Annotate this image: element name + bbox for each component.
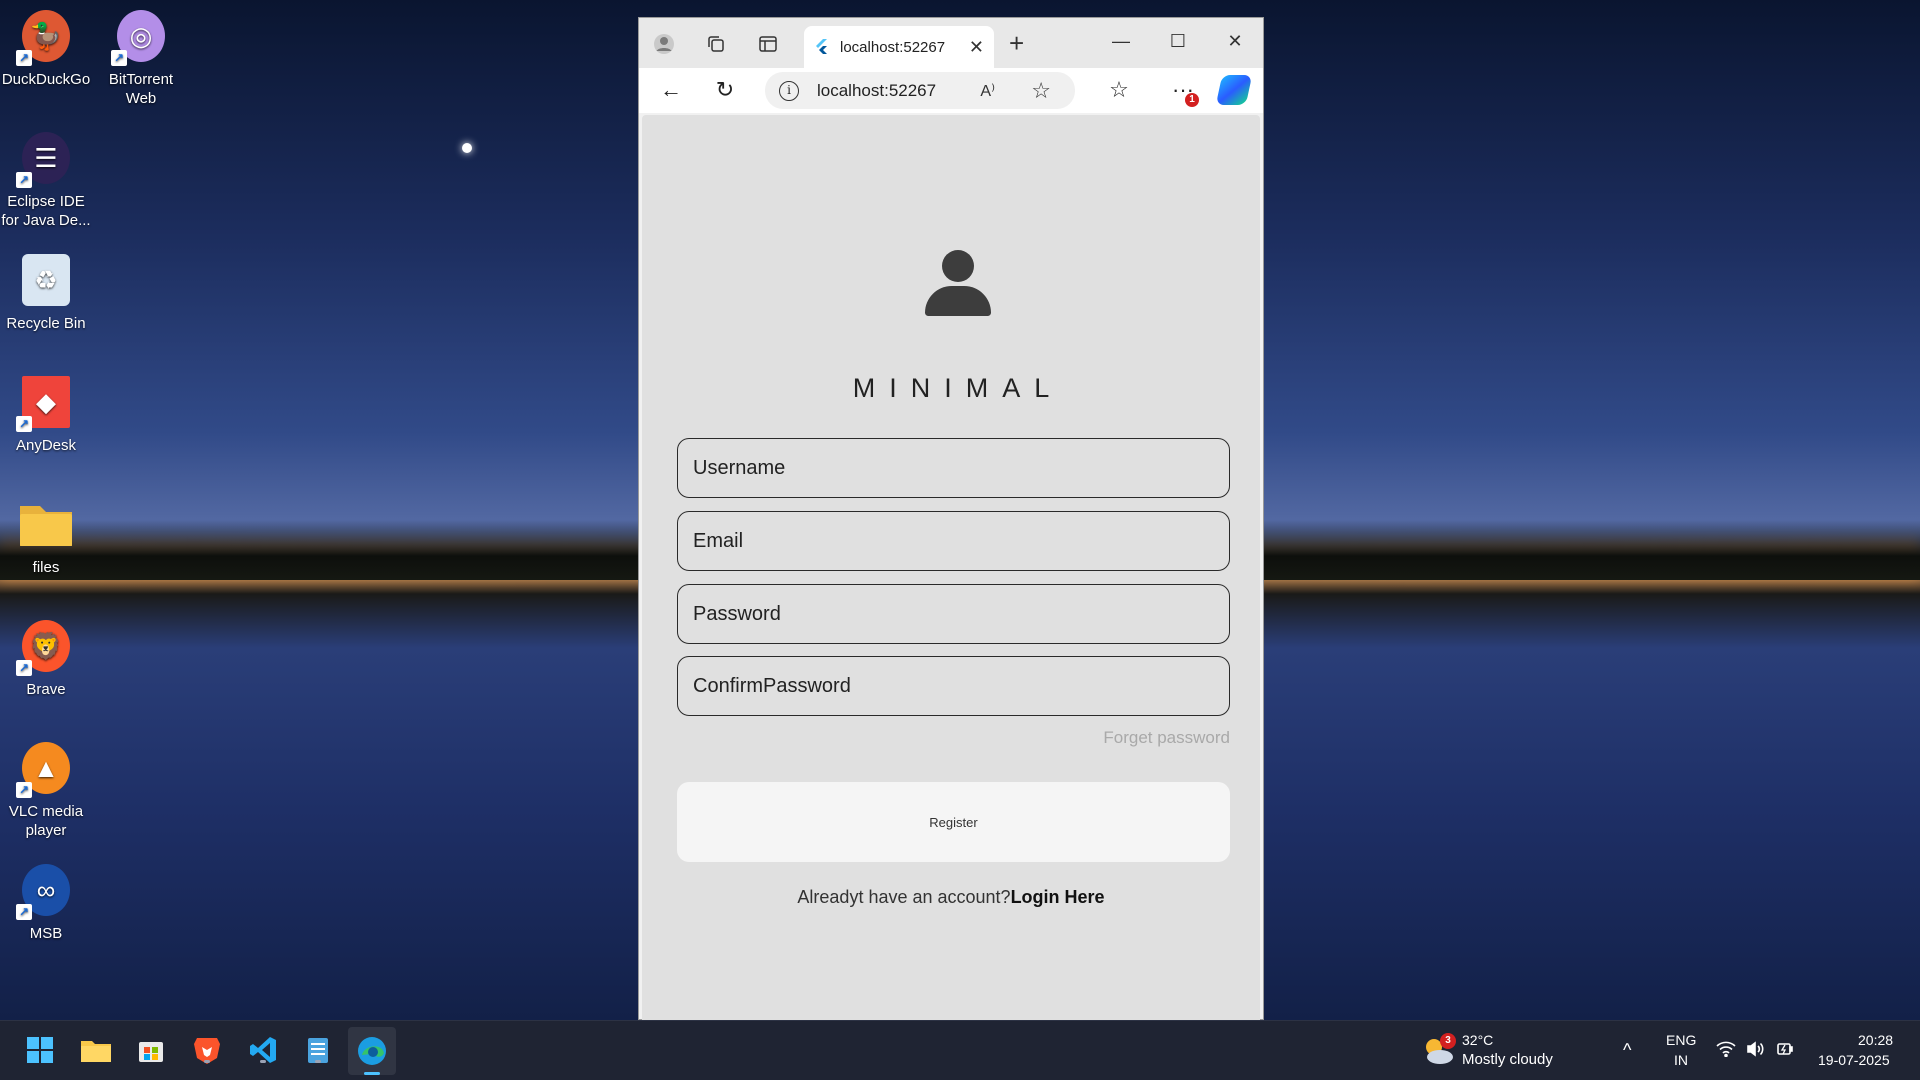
shortcut-arrow-icon: ↗ [16,172,32,188]
moon [462,143,472,153]
weather-description[interactable]: Mostly cloudy [1462,1051,1553,1069]
back-icon[interactable]: ← [657,77,685,103]
minimize-icon[interactable]: — [1106,31,1136,52]
language-bottom[interactable]: IN [1674,1051,1688,1069]
password-field[interactable]: Password [677,584,1230,644]
show-hidden-icons-chevron-icon[interactable]: ^ [1623,1041,1631,1059]
shortcut-arrow-icon: ↗ [16,904,32,920]
desktop-icon-msb[interactable]: ∞ ↗ MSB [0,860,92,943]
clock-time[interactable]: 20:28 [1858,1031,1893,1049]
wifi-icon[interactable] [1716,1041,1736,1062]
login-prompt-text: Alreadyt have an account? [797,887,1011,907]
confirm-password-field[interactable]: ConfirmPassword [677,656,1230,716]
volume-icon[interactable] [1746,1041,1766,1062]
desktop-icon-eclipse-ide-for-java-de[interactable]: ☰ ↗ Eclipse IDE for Java De... [0,128,92,230]
language-top[interactable]: ENG [1666,1031,1696,1049]
clock-date[interactable]: 19-07-2025 [1818,1051,1890,1069]
app-viewport: MINIMAL Username Email Password ConfirmP… [642,115,1260,1020]
profile-icon[interactable] [651,31,677,57]
tab-localhost[interactable]: localhost:52267 ✕ [804,26,994,68]
read-aloud-icon[interactable]: A⁾ [980,81,995,101]
browser-toolbar: ← ↻ i localhost:52267 A⁾ ☆ ☆ ··· 1 [639,68,1263,113]
vertical-tabs-icon[interactable] [755,31,781,57]
desktop-icon-bittorrent-web[interactable]: ◎ ↗ BitTorrent Web [95,6,187,108]
brave-icon: 🦁 ↗ [16,616,76,676]
weather-temperature[interactable]: 32°C [1462,1031,1493,1049]
desktop-icon-recycle-bin[interactable]: ♻ Recycle Bin [0,250,92,333]
copilot-icon[interactable] [1215,75,1253,105]
recycle-bin-icon: ♻ [16,250,76,310]
folder-icon [81,1041,111,1062]
desktop-icon-label: files [32,559,60,576]
app-title: MINIMAL [852,373,1064,403]
desktop-icon-files[interactable]: files [0,494,92,577]
desktop-icon-label: Brave [26,681,66,698]
store-icon [139,1042,163,1062]
email-field[interactable]: Email [677,511,1230,571]
files-icon [16,494,76,554]
tab-title: localhost:52267 [840,38,946,56]
close-window-icon[interactable]: ✕ [1220,31,1250,52]
start-button[interactable] [23,1033,57,1067]
desktop-icon-duckduckgo[interactable]: 🦆 ↗ DuckDuckGo [0,6,92,89]
brave-taskbar-button[interactable] [190,1033,224,1067]
battery-icon[interactable] [1776,1041,1796,1062]
login-here-link[interactable]: Login Here [1011,887,1105,907]
edge-button[interactable] [348,1027,396,1075]
eclipse-ide-for-java-de-icon: ☰ ↗ [16,128,76,188]
workspaces-icon[interactable] [703,31,729,57]
tab-bar: localhost:52267 ✕ + — ☐ ✕ [639,18,1263,68]
notification-badge: 1 [1185,93,1199,107]
desktop-icon-vlc-media-player[interactable]: ▲ ↗ VLC media player [0,738,92,840]
shortcut-arrow-icon: ↗ [16,660,32,676]
desktop-icon-label: BitTorrent Web [108,71,174,107]
shortcut-arrow-icon: ↗ [16,782,32,798]
refresh-icon[interactable]: ↻ [711,77,739,103]
site-info-icon[interactable]: i [779,80,799,101]
vlc-media-player-icon: ▲ ↗ [16,738,76,798]
shortcut-arrow-icon: ↗ [16,50,32,66]
favorites-icon[interactable]: ☆ [1105,77,1133,103]
notepad-button[interactable] [301,1033,335,1067]
desktop-icon-label: MSB [29,925,63,942]
desktop-icon-anydesk[interactable]: ◆ ↗ AnyDesk [0,372,92,455]
browser-window: localhost:52267 ✕ + — ☐ ✕ ← ↻ i localhos… [638,17,1264,1020]
taskbar: 3 32°C Mostly cloudy ^ ENG IN 20:28 19-0… [0,1020,1920,1080]
bittorrent-web-icon: ◎ ↗ [111,6,171,66]
person-icon [922,250,994,322]
file-explorer-button[interactable] [79,1033,113,1067]
store-button[interactable] [134,1033,168,1067]
shortcut-arrow-icon: ↗ [111,50,127,66]
desktop-icon-brave[interactable]: 🦁 ↗ Brave [0,616,92,699]
username-field[interactable]: Username [677,438,1230,498]
desktop-icon-label: VLC media player [8,803,84,839]
new-tab-icon[interactable]: + [1009,30,1024,56]
edge-icon [358,1037,386,1065]
vscode-button[interactable] [246,1033,280,1067]
anydesk-icon: ◆ ↗ [16,372,76,432]
desktop-icon-label: DuckDuckGo [1,71,91,88]
desktop-icon-label: Recycle Bin [6,315,86,332]
desktop-icon-label: Eclipse IDE for Java De... [1,193,91,229]
maximize-icon[interactable]: ☐ [1163,31,1193,52]
close-tab-icon[interactable]: ✕ [969,37,984,58]
register-button[interactable]: Register [677,782,1230,862]
desktop-icon-label: AnyDesk [15,437,77,454]
duckduckgo-icon: 🦆 ↗ [16,6,76,66]
msb-icon: ∞ ↗ [16,860,76,920]
address-bar[interactable]: i localhost:52267 A⁾ ☆ [765,72,1075,109]
flutter-icon [814,39,828,55]
weather-widget-icon[interactable]: 3 [1420,1033,1456,1069]
shortcut-arrow-icon: ↗ [16,416,32,432]
windows-icon [27,1037,53,1063]
forget-password-link[interactable]: Forget password [1103,728,1230,748]
weather-badge: 3 [1440,1033,1456,1049]
login-prompt: Alreadyt have an account?Login Here [642,887,1260,908]
favorite-star-icon[interactable]: ☆ [1031,78,1051,104]
address-text: localhost:52267 [817,80,937,100]
